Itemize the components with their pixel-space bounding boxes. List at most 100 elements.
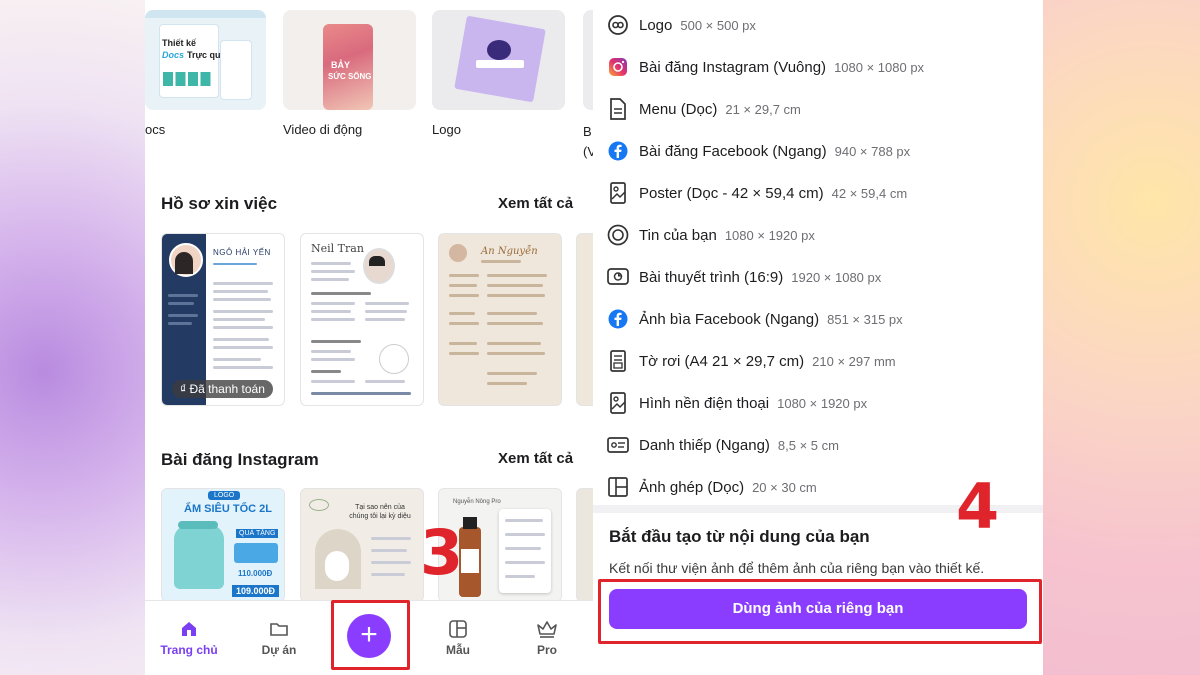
design-type-dim: 1080 × 1080 px — [834, 59, 925, 75]
design-type-dim: 210 × 297 mm — [812, 353, 896, 369]
nav-pro[interactable]: Pro — [512, 619, 582, 657]
design-type-row[interactable]: Ảnh bìa Facebook (Ngang) 851 × 315 px — [607, 299, 903, 339]
more-template-thumb[interactable] — [583, 10, 593, 110]
instagram-post-thumb[interactable]: Tại sao nên của chúng tôi lại kỳ diệu — [300, 488, 424, 602]
resume-card[interactable]: Neil Tran — [300, 233, 424, 406]
paid-badge: ₫ Đã thanh toán — [172, 380, 273, 398]
facebook-icon — [607, 140, 629, 162]
instagram-post-thumb[interactable]: LOGO ẤM SIÊU TỐC 2L QUÀ TẶNG 110.000Đ 10… — [161, 488, 285, 602]
design-type-name: Danh thiếp (Ngang) — [639, 436, 770, 454]
design-type-row[interactable]: Bài đăng Instagram (Vuông) 1080 × 1080 p… — [607, 47, 924, 87]
business-card-icon — [607, 434, 629, 456]
design-type-dim: 1920 × 1080 px — [791, 269, 882, 285]
crown-icon — [537, 621, 557, 638]
resume-card-name: NGÔ HẢI YẾN — [213, 248, 271, 257]
flyer-icon — [607, 350, 629, 372]
nav-projects-label: Dự án — [261, 643, 297, 657]
mobile-video-template-thumb[interactable]: BẢY SỨC SỐNG — [283, 10, 416, 110]
folder-icon — [270, 623, 288, 636]
video-thumb-line1: BẢY — [331, 60, 351, 70]
design-type-name: Bài đăng Instagram (Vuông) — [639, 58, 827, 76]
design-type-name: Ảnh bìa Facebook (Ngang) — [639, 310, 820, 328]
step-4-label: 4 — [956, 470, 1000, 543]
ig-post-headline: ẤM SIÊU TỐC 2L — [184, 503, 273, 515]
design-type-dim: 42 × 59,4 cm — [831, 185, 908, 201]
resume-see-all-link[interactable]: Xem tất cả — [498, 195, 573, 212]
ig-post-logo: LOGO — [208, 491, 241, 500]
home-screen: Thiết kế Docs Trực quan ocs BẢY SỨC SỐNG… — [145, 0, 593, 675]
resume-card[interactable] — [576, 233, 593, 406]
document-icon — [607, 98, 629, 120]
caption-more: B (V — [583, 124, 593, 159]
presentation-icon — [607, 266, 629, 288]
cta-title: Bắt đầu tạo từ nội dung của bạn — [609, 527, 870, 546]
nav-pro-label: Pro — [536, 643, 557, 657]
design-type-name: Bài thuyết trình (16:9) — [639, 268, 784, 286]
design-type-row[interactable]: Poster (Dọc - 42 × 59,4 cm) 42 × 59,4 cm — [607, 173, 907, 213]
create-design-sheet: Logo 500 × 500 px Bài đăng Instagram (Vu… — [593, 0, 1043, 675]
design-type-name: Menu (Dọc) — [639, 100, 718, 118]
nav-projects[interactable]: Dự án — [244, 619, 314, 657]
facebook-icon — [607, 308, 629, 330]
docs-thumb-line2: Docs — [162, 50, 185, 60]
design-type-row[interactable]: Danh thiếp (Ngang) 8,5 × 5 cm — [607, 425, 839, 465]
caption-mobile-video: Video di động — [283, 122, 363, 137]
story-icon — [607, 224, 629, 246]
nav-home[interactable]: Trang chủ — [154, 619, 224, 657]
ig-post-brand: Nguyễn Nông Pro — [453, 499, 501, 505]
nav-templates[interactable]: Mẫu — [423, 619, 493, 657]
design-type-dim: 1080 × 1920 px — [777, 395, 868, 411]
nav-home-label: Trang chủ — [160, 643, 218, 657]
poster-icon — [607, 182, 629, 204]
background-left — [0, 0, 145, 675]
resume-section-title: Hồ sơ xin việc — [161, 194, 278, 213]
design-type-dim: 20 × 30 cm — [752, 479, 817, 495]
design-type-dim: 21 × 29,7 cm — [725, 101, 801, 117]
nav-templates-label: Mẫu — [446, 643, 470, 657]
design-type-row[interactable]: Menu (Dọc) 21 × 29,7 cm — [607, 89, 801, 129]
docs-template-thumb[interactable]: Thiết kế Docs Trực quan — [145, 10, 266, 110]
ig-post-price-new: 109.000Đ — [232, 585, 280, 597]
ig-post-price-old: 110.000Đ — [238, 569, 273, 578]
logo-template-thumb[interactable] — [432, 10, 565, 110]
resume-card[interactable]: NGÔ HẢI YẾN ₫ Đã thanh toán — [161, 233, 285, 406]
design-type-dim: 851 × 315 px — [827, 311, 903, 327]
design-type-row[interactable]: Tờ rơi (A4 21 × 29,7 cm) 210 × 297 mm — [607, 341, 896, 381]
ig-post-headline: Tại sao nên của chúng tôi lại kỳ diệu — [349, 504, 411, 520]
caption-docs: ocs — [145, 122, 166, 137]
instagram-post-thumb[interactable] — [576, 488, 593, 602]
design-type-row[interactable]: Hình nền điện thoại 1080 × 1920 px — [607, 383, 867, 423]
logo-icon — [607, 14, 629, 36]
step-4-highlight — [598, 579, 1042, 644]
design-type-name: Tờ rơi (A4 21 × 29,7 cm) — [639, 352, 805, 370]
design-type-name: Ảnh ghép (Dọc) — [639, 478, 745, 496]
background-right — [1043, 0, 1200, 675]
instagram-icon — [607, 56, 629, 78]
design-type-row[interactable]: Tin của bạn 1080 × 1920 px — [607, 215, 815, 255]
ig-post-tag: QUÀ TẶNG — [236, 529, 279, 538]
design-type-dim: 500 × 500 px — [680, 17, 756, 33]
design-type-row[interactable]: Bài đăng Facebook (Ngang) 940 × 788 px — [607, 131, 910, 171]
docs-thumb-line1: Thiết kế — [162, 38, 197, 48]
collage-icon — [607, 476, 629, 498]
resume-card[interactable]: An Nguyễn — [438, 233, 562, 406]
design-type-row[interactable]: Logo 500 × 500 px — [607, 5, 756, 45]
design-type-dim: 940 × 788 px — [834, 143, 911, 159]
step-3-label: 3 — [420, 516, 464, 589]
design-type-row[interactable]: Bài thuyết trình (16:9) 1920 × 1080 px — [607, 257, 881, 297]
wallpaper-icon — [607, 392, 629, 414]
instagram-see-all-link[interactable]: Xem tất cả — [498, 450, 573, 467]
caption-logo: Logo — [432, 122, 461, 137]
video-thumb-line2: SỨC SỐNG — [328, 72, 372, 81]
home-icon — [182, 622, 196, 636]
design-type-name: Tin của bạn — [639, 226, 717, 244]
template-icon — [449, 620, 467, 638]
design-type-name: Hình nền điện thoại — [639, 394, 770, 412]
design-type-row[interactable]: Ảnh ghép (Dọc) 20 × 30 cm — [607, 467, 817, 507]
design-type-name: Poster (Dọc - 42 × 59,4 cm) — [639, 184, 824, 202]
instagram-section-title: Bài đăng Instagram — [161, 450, 319, 469]
resume-card-name: Neil Tran — [311, 242, 364, 255]
resume-card-name: An Nguyễn — [481, 246, 538, 257]
design-type-name: Bài đăng Facebook (Ngang) — [639, 142, 827, 160]
design-type-name: Logo — [639, 16, 673, 34]
